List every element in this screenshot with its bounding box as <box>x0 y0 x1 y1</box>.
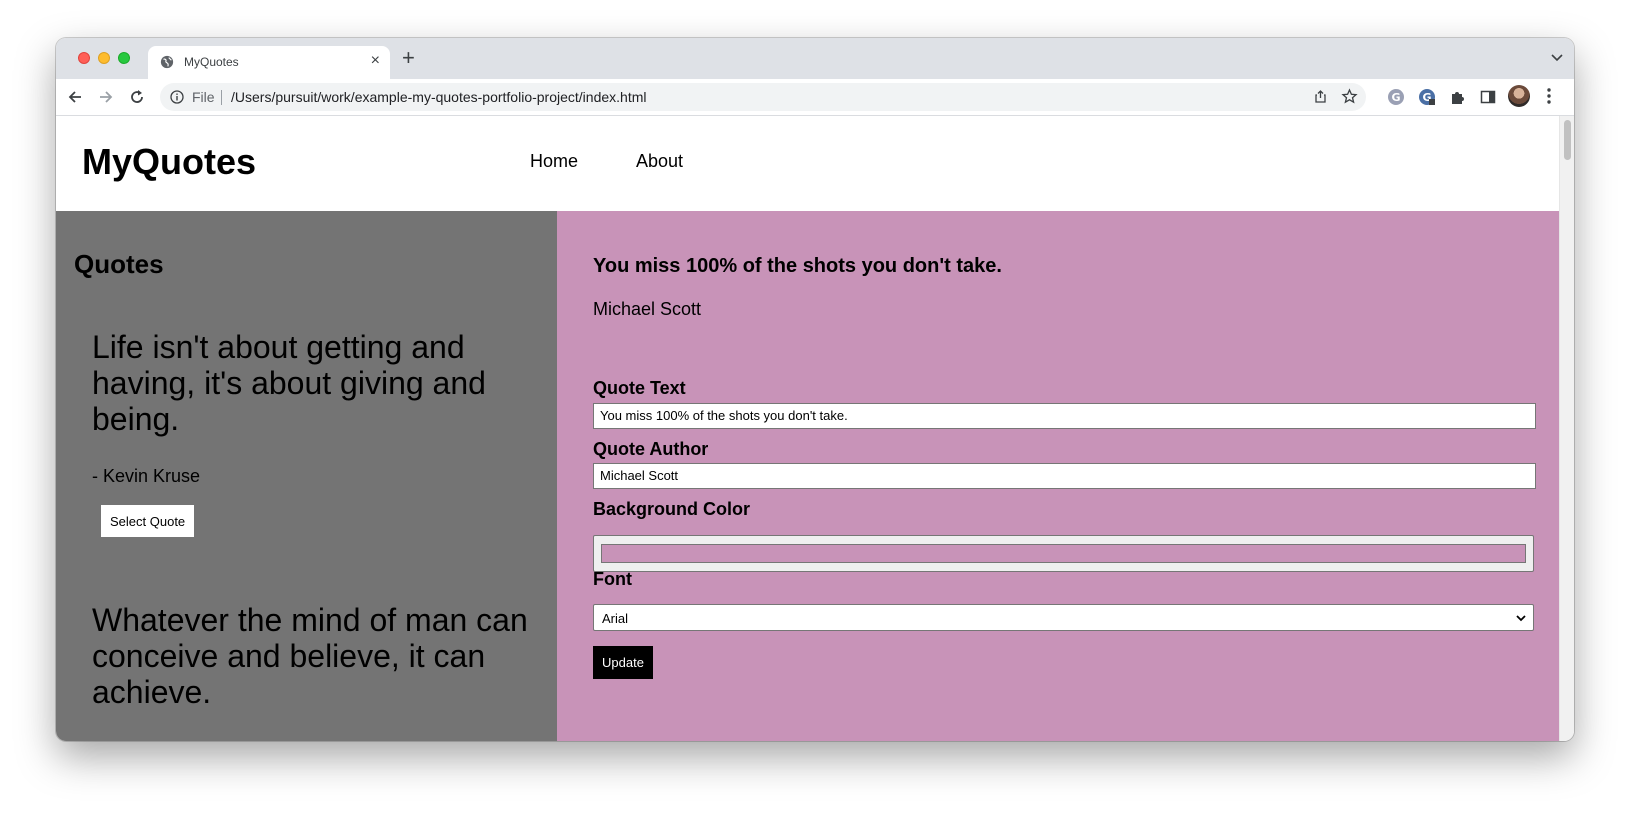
quote-text-input[interactable]: You miss 100% of the shots you don't tak… <box>593 403 1536 429</box>
quote-card: Life isn't about getting and having, it'… <box>92 329 532 537</box>
forward-arrow-icon[interactable] <box>97 88 115 106</box>
quotes-heading: Quotes <box>74 249 164 279</box>
page-scrollbar[interactable] <box>1559 116 1574 741</box>
browser-tab[interactable]: MyQuotes × <box>148 46 390 79</box>
quote-author-input[interactable]: Michael Scott <box>593 463 1536 489</box>
svg-text:G: G <box>1391 91 1400 104</box>
quote-text: Life isn't about getting and having, it'… <box>92 329 486 437</box>
background-color-label: Background Color <box>593 499 751 519</box>
url-text[interactable]: /Users/pursuit/work/example-my-quotes-po… <box>231 89 646 105</box>
font-select-value: Arial <box>602 611 629 626</box>
close-tab-icon[interactable]: × <box>371 52 380 70</box>
maximize-window-button[interactable] <box>118 52 130 64</box>
tab-search-icon[interactable] <box>1550 50 1564 64</box>
browser-toolbar: File /Users/pursuit/work/example-my-quot… <box>56 79 1574 116</box>
tab-strip: MyQuotes × + <box>56 38 1574 79</box>
select-quote-button[interactable]: Select Quote <box>101 505 195 537</box>
quotes-panel: Quotes Life isn't about getting and havi… <box>56 211 557 741</box>
tab-title: MyQuotes <box>184 55 239 69</box>
new-tab-button[interactable]: + <box>402 47 415 69</box>
quote-card: Whatever the mind of man can conceive an… <box>92 602 532 710</box>
browser-window: MyQuotes × + File /Users/pursuit/work/ex… <box>56 38 1574 741</box>
quote-author: - Kevin Kruse <box>92 466 201 486</box>
background-color-picker[interactable] <box>593 535 1534 572</box>
share-icon[interactable] <box>1313 89 1328 104</box>
update-button[interactable]: Update <box>593 646 653 679</box>
profile-avatar[interactable] <box>1508 85 1530 107</box>
chevron-down-icon <box>1516 615 1526 622</box>
nav-home-link[interactable]: Home <box>530 151 578 172</box>
site-header: MyQuotes Home About <box>56 116 1559 211</box>
grammar-extension-icon[interactable]: G <box>1418 88 1436 106</box>
scheme-separator <box>221 90 222 105</box>
current-quote-author: Michael Scott <box>593 299 702 319</box>
quote-text-label: Quote Text <box>593 378 686 398</box>
quote-editor-panel: You miss 100% of the shots you don't tak… <box>557 211 1559 741</box>
font-select[interactable]: Arial <box>593 604 1534 631</box>
back-arrow-icon[interactable] <box>66 88 84 106</box>
color-swatch <box>601 544 1526 563</box>
scrollbar-thumb[interactable] <box>1564 120 1571 160</box>
info-icon[interactable] <box>170 90 184 104</box>
bookmark-star-icon[interactable] <box>1341 88 1358 105</box>
google-extension-icon[interactable]: G <box>1387 88 1405 106</box>
quote-author-label: Quote Author <box>593 439 709 459</box>
minimize-window-button[interactable] <box>98 52 110 64</box>
site-logo[interactable]: MyQuotes <box>82 141 256 183</box>
reload-icon[interactable] <box>128 88 146 106</box>
current-quote-text: You miss 100% of the shots you don't tak… <box>593 255 1002 277</box>
font-label: Font <box>593 569 632 589</box>
extensions-puzzle-icon[interactable] <box>1449 88 1467 106</box>
page-viewport: MyQuotes Home About Quotes Life isn't ab… <box>56 116 1559 741</box>
nav-about-link[interactable]: About <box>636 151 683 172</box>
scheme-label: File <box>192 89 215 105</box>
globe-icon <box>160 55 174 69</box>
side-panel-icon[interactable] <box>1479 88 1497 106</box>
more-menu-icon[interactable] <box>1546 87 1552 105</box>
address-bar[interactable]: File /Users/pursuit/work/example-my-quot… <box>160 83 1366 111</box>
quote-text: Whatever the mind of man can conceive an… <box>92 602 528 710</box>
close-window-button[interactable] <box>78 52 90 64</box>
